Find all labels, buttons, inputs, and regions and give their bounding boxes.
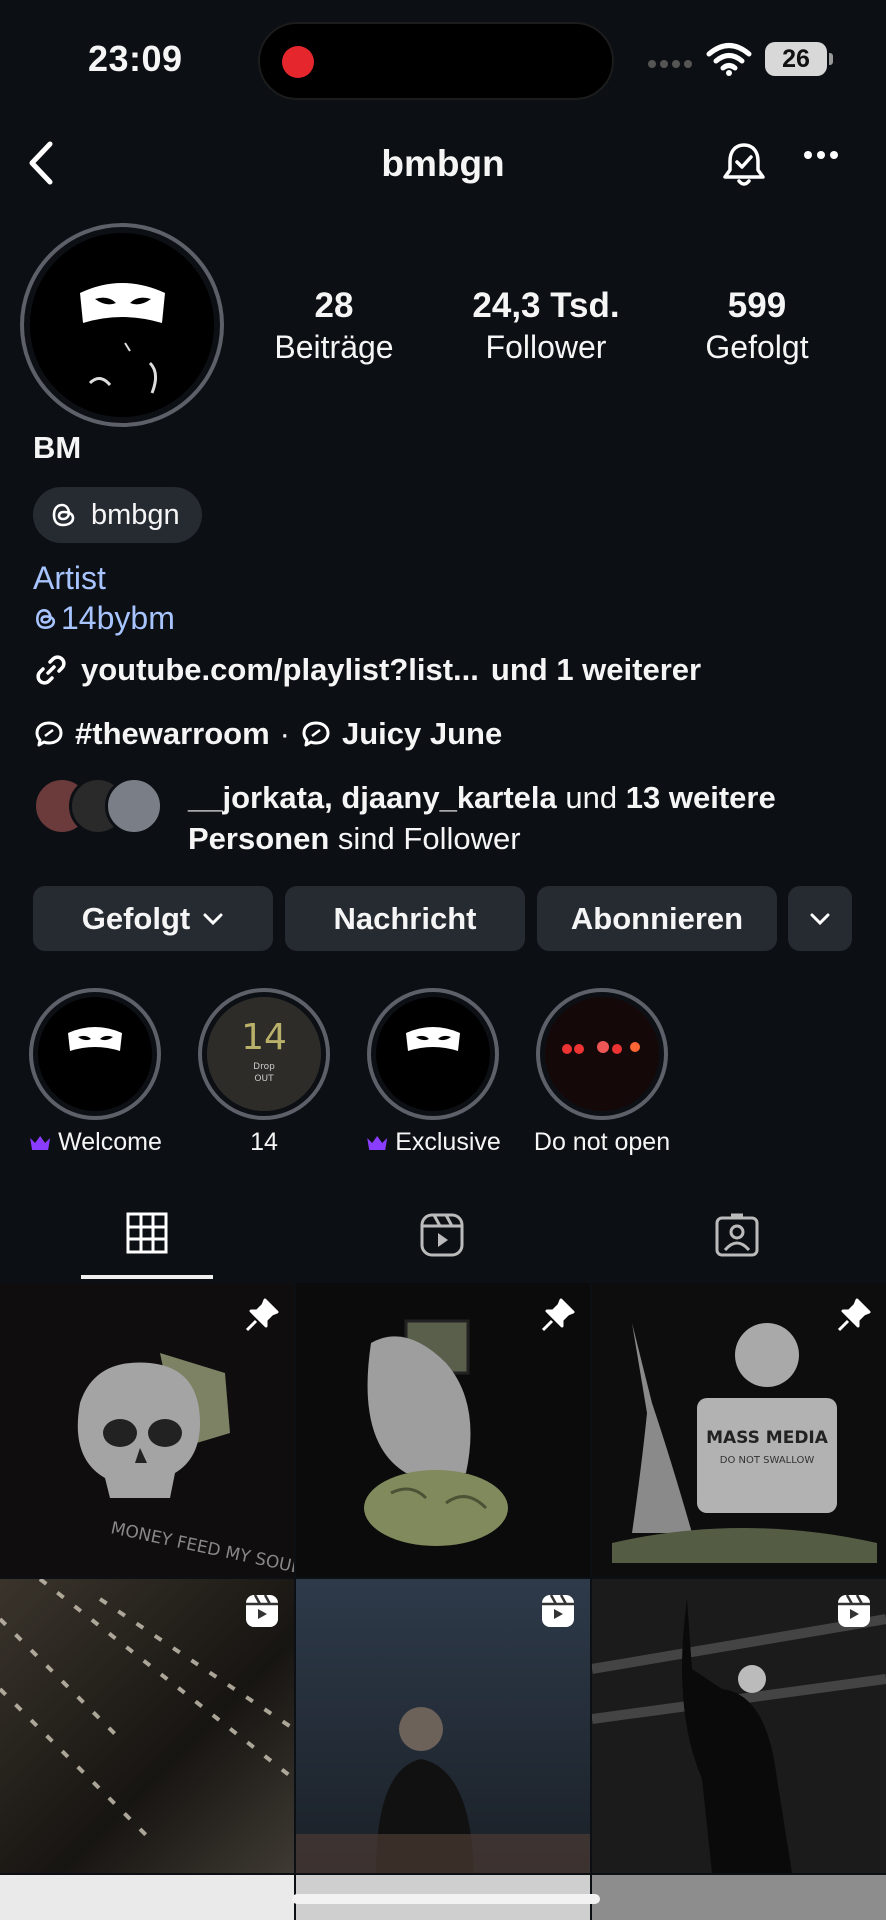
grid-post[interactable]: MASS MEDIA DO NOT SWALLOW [592,1283,886,1577]
ninja-mask-image [406,1027,460,1051]
broadcast-icon [302,721,330,747]
posts-count: 28 [314,286,354,325]
link-more: und 1 weiterer [490,652,702,687]
following-button[interactable]: Gefolgt [33,886,273,951]
bell-check-icon[interactable] [720,140,768,190]
reel-badge-icon [246,1594,278,1627]
highlight-exclusive[interactable]: Exclusive [367,988,501,1156]
grid-post[interactable] [592,1875,886,1920]
wifi-icon [706,43,752,76]
following-count: 599 [727,286,787,325]
svg-text:DO NOT SWALLOW: DO NOT SWALLOW [720,1455,815,1466]
tagged-icon[interactable] [714,1212,760,1258]
threads-icon [36,608,56,629]
mention-handle: 14bybm [61,600,175,636]
highlight-label: 14 [250,1128,278,1156]
avatar [105,777,163,835]
threads-icon [52,503,75,527]
bio-link[interactable]: youtube.com/playlist?list... und 1 weite… [33,652,701,688]
grid-post[interactable] [0,1579,294,1873]
followers-label: Follower [485,329,607,365]
followers-count: 24,3 Tsd. [472,286,620,325]
threads-badge[interactable]: bmbgn [33,487,202,543]
grid-post[interactable] [0,1875,294,1920]
broadcast-icon [35,721,63,747]
reel-badge-icon [542,1594,574,1627]
svg-text:MASS MEDIA: MASS MEDIA [706,1428,829,1448]
recording-indicator [282,46,314,78]
subscribe-button[interactable]: Abonnieren [537,886,777,951]
threads-handle: bmbgn [91,498,180,531]
following-label: Gefolgt [705,329,809,365]
highlight-dark-image [545,997,659,1111]
profile-category: Artist [33,560,106,596]
status-time: 23:09 [88,38,183,79]
highlight-14[interactable]: 14 Drop OUT 14 [198,988,330,1156]
crown-icon [30,1135,51,1150]
dynamic-island [258,22,614,100]
highlight-label: Do not open [533,1128,671,1156]
svg-text:Drop: Drop [253,1062,275,1072]
link-url: youtube.com/playlist?list... [81,652,479,687]
tag-separator: · [279,716,290,751]
highlight-do-not-open[interactable]: Do not open [534,988,670,1156]
pin-icon [541,1298,575,1332]
battery-indicator: 26 [765,42,827,76]
grid-icon[interactable] [126,1212,168,1254]
suggestions-button[interactable] [788,886,852,951]
cellular-signal-icon [648,60,692,68]
ninja-mask-image [30,233,214,417]
highlight-label: Exclusive [365,1128,501,1157]
mention-link[interactable]: 14bybm [33,600,175,637]
stat-posts[interactable]: 28 Beiträge [262,285,406,367]
svg-text:MONEY FEED MY SOUL: MONEY FEED MY SOUL [109,1518,294,1577]
tag-juicy-june[interactable]: Juicy June [342,716,502,752]
home-indicator[interactable] [292,1894,600,1904]
more-icon[interactable] [803,150,839,160]
posts-label: Beiträge [274,329,394,365]
message-button[interactable]: Nachricht [285,886,525,951]
ninja-mask-image [68,1027,122,1051]
profile-name: BM [33,430,82,465]
broadcast-channels[interactable]: #thewarroom · Juicy June [33,716,502,752]
mutual-followers[interactable]: __jorkata, djaany_kartela und 13 weitere… [33,777,828,859]
grid-post[interactable] [296,1579,590,1873]
link-icon [36,655,66,685]
stat-followers[interactable]: 24,3 Tsd. Follower [455,285,637,367]
chevron-down-icon [203,913,223,925]
mutual-followers-text: __jorkata, djaany_kartela und 13 weitere… [188,780,776,856]
reels-icon[interactable] [419,1212,465,1258]
highlight-welcome[interactable]: Welcome [29,988,162,1156]
highlight-label: Welcome [28,1128,162,1157]
grid-post[interactable] [296,1283,590,1577]
stat-following[interactable]: 599 Gefolgt [683,285,831,367]
highlight-14-image: 14 Drop OUT [207,997,321,1111]
pin-icon [245,1298,279,1332]
active-tab-indicator [81,1275,213,1279]
pin-icon [837,1298,871,1332]
svg-text:14: 14 [241,1017,287,1058]
profile-avatar[interactable] [20,223,224,427]
svg-text:OUT: OUT [254,1074,274,1084]
crown-icon [367,1135,388,1150]
grid-post[interactable]: MONEY FEED MY SOUL [0,1283,294,1577]
battery-tip [829,53,833,65]
chevron-down-icon [810,913,830,925]
mutual-avatars [33,777,168,835]
tag-warroom[interactable]: #thewarroom [75,716,270,752]
grid-post[interactable] [592,1579,886,1873]
reel-badge-icon [838,1594,870,1627]
